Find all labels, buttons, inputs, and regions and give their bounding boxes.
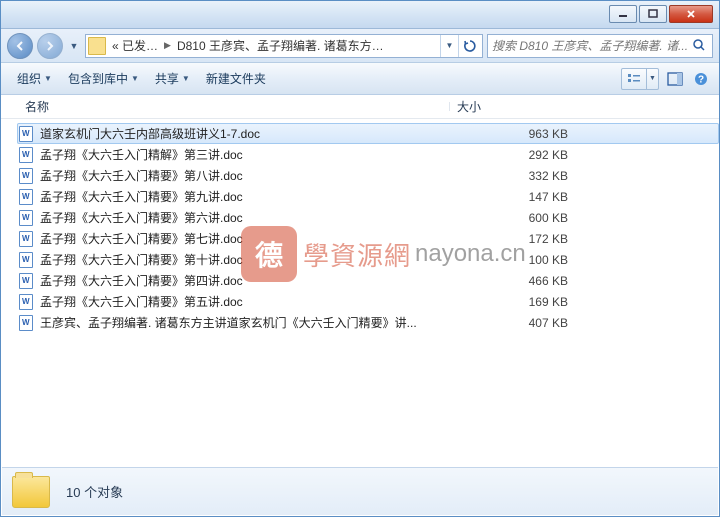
word-doc-icon — [18, 231, 34, 247]
folder-icon — [88, 37, 106, 55]
caret-down-icon: ▼ — [182, 74, 190, 83]
new-folder-button[interactable]: 新建文件夹 — [198, 66, 274, 91]
back-button[interactable] — [7, 33, 33, 59]
word-doc-icon — [18, 168, 34, 184]
file-row[interactable]: 孟子翔《大六壬入门精解》第三讲.doc292 KB — [17, 144, 719, 165]
svg-text:?: ? — [698, 74, 704, 85]
include-label: 包含到库中 — [68, 70, 128, 87]
file-size: 466 KB — [458, 274, 568, 288]
file-size: 292 KB — [458, 148, 568, 162]
file-name: 孟子翔《大六壬入门精解》第三讲.doc — [40, 146, 458, 163]
file-size: 169 KB — [458, 295, 568, 309]
history-dropdown[interactable]: ▼ — [67, 35, 81, 57]
window-titlebar — [1, 1, 719, 29]
file-name: 王彦宾、孟子翔编著. 诸葛东方主讲道家玄机门《大六壬入门精要》讲... — [40, 314, 458, 331]
organize-button[interactable]: 组织 ▼ — [9, 66, 60, 91]
file-name: 道家玄机门大六壬内部高级班讲义1-7.doc — [40, 125, 458, 142]
file-name: 孟子翔《大六壬入门精要》第七讲.doc — [40, 230, 458, 247]
word-doc-icon — [18, 147, 34, 163]
file-size: 600 KB — [458, 211, 568, 225]
address-bar[interactable]: « 已发… ▶ D810 王彦宾、孟子翔编著. 诸葛东方… ▼ — [85, 34, 483, 58]
chevron-right-icon[interactable]: ▶ — [162, 40, 173, 51]
include-in-library-button[interactable]: 包含到库中 ▼ — [60, 66, 147, 91]
file-size: 332 KB — [458, 169, 568, 183]
word-doc-icon — [18, 210, 34, 226]
close-button[interactable] — [669, 5, 713, 23]
search-input[interactable] — [492, 39, 692, 53]
navigation-bar: ▼ « 已发… ▶ D810 王彦宾、孟子翔编著. 诸葛东方… ▼ — [1, 29, 719, 63]
file-row[interactable]: 道家玄机门大六壬内部高级班讲义1-7.doc963 KB — [17, 123, 719, 144]
file-name: 孟子翔《大六壬入门精要》第九讲.doc — [40, 188, 458, 205]
search-icon[interactable] — [692, 38, 708, 54]
preview-pane-button[interactable] — [665, 68, 685, 90]
breadcrumb-folder[interactable]: D810 王彦宾、孟子翔编著. 诸葛东方… — [173, 37, 388, 54]
column-header-name[interactable]: 名称 — [17, 98, 449, 115]
status-item-count: 10 个对象 — [66, 482, 123, 501]
file-row[interactable]: 王彦宾、孟子翔编著. 诸葛东方主讲道家玄机门《大六壬入门精要》讲...407 K… — [17, 312, 719, 333]
column-header-size[interactable]: 大小 — [449, 98, 569, 115]
maximize-button[interactable] — [639, 5, 667, 23]
command-bar: 组织 ▼ 包含到库中 ▼ 共享 ▼ 新建文件夹 ▼ ? — [1, 63, 719, 95]
file-size: 147 KB — [458, 190, 568, 204]
file-list: 道家玄机门大六壬内部高级班讲义1-7.doc963 KB孟子翔《大六壬入门精解》… — [1, 119, 719, 333]
word-doc-icon — [18, 273, 34, 289]
file-name: 孟子翔《大六壬入门精要》第八讲.doc — [40, 167, 458, 184]
file-row[interactable]: 孟子翔《大六壬入门精要》第八讲.doc332 KB — [17, 165, 719, 186]
file-size: 407 KB — [458, 316, 568, 330]
file-row[interactable]: 孟子翔《大六壬入门精要》第七讲.doc172 KB — [17, 228, 719, 249]
minimize-button[interactable] — [609, 5, 637, 23]
share-button[interactable]: 共享 ▼ — [147, 66, 198, 91]
file-size: 100 KB — [458, 253, 568, 267]
view-dropdown[interactable]: ▼ — [646, 69, 658, 89]
word-doc-icon — [18, 189, 34, 205]
organize-label: 组织 — [17, 70, 41, 87]
file-size: 172 KB — [458, 232, 568, 246]
column-headers: 名称 大小 — [1, 95, 719, 119]
address-dropdown[interactable]: ▼ — [440, 35, 458, 57]
file-row[interactable]: 孟子翔《大六壬入门精要》第九讲.doc147 KB — [17, 186, 719, 207]
file-name: 孟子翔《大六壬入门精要》第四讲.doc — [40, 272, 458, 289]
file-name: 孟子翔《大六壬入门精要》第十讲.doc — [40, 251, 458, 268]
help-button[interactable]: ? — [691, 68, 711, 90]
word-doc-icon — [18, 126, 34, 142]
file-name: 孟子翔《大六壬入门精要》第五讲.doc — [40, 293, 458, 310]
view-icon — [622, 73, 646, 85]
file-size: 963 KB — [458, 127, 568, 141]
caret-down-icon: ▼ — [131, 74, 139, 83]
breadcrumb-root[interactable]: « 已发… — [108, 37, 162, 54]
word-doc-icon — [18, 294, 34, 310]
caret-down-icon: ▼ — [44, 74, 52, 83]
file-name: 孟子翔《大六壬入门精要》第六讲.doc — [40, 209, 458, 226]
file-row[interactable]: 孟子翔《大六壬入门精要》第六讲.doc600 KB — [17, 207, 719, 228]
change-view-button[interactable]: ▼ — [621, 68, 659, 90]
file-row[interactable]: 孟子翔《大六壬入门精要》第五讲.doc169 KB — [17, 291, 719, 312]
forward-button[interactable] — [37, 33, 63, 59]
search-box[interactable] — [487, 34, 713, 58]
word-doc-icon — [18, 252, 34, 268]
file-row[interactable]: 孟子翔《大六壬入门精要》第四讲.doc466 KB — [17, 270, 719, 291]
word-doc-icon — [18, 315, 34, 331]
refresh-button[interactable] — [458, 35, 480, 57]
share-label: 共享 — [155, 70, 179, 87]
folder-large-icon — [12, 476, 50, 508]
file-row[interactable]: 孟子翔《大六壬入门精要》第十讲.doc100 KB — [17, 249, 719, 270]
status-bar: 10 个对象 — [2, 467, 718, 515]
